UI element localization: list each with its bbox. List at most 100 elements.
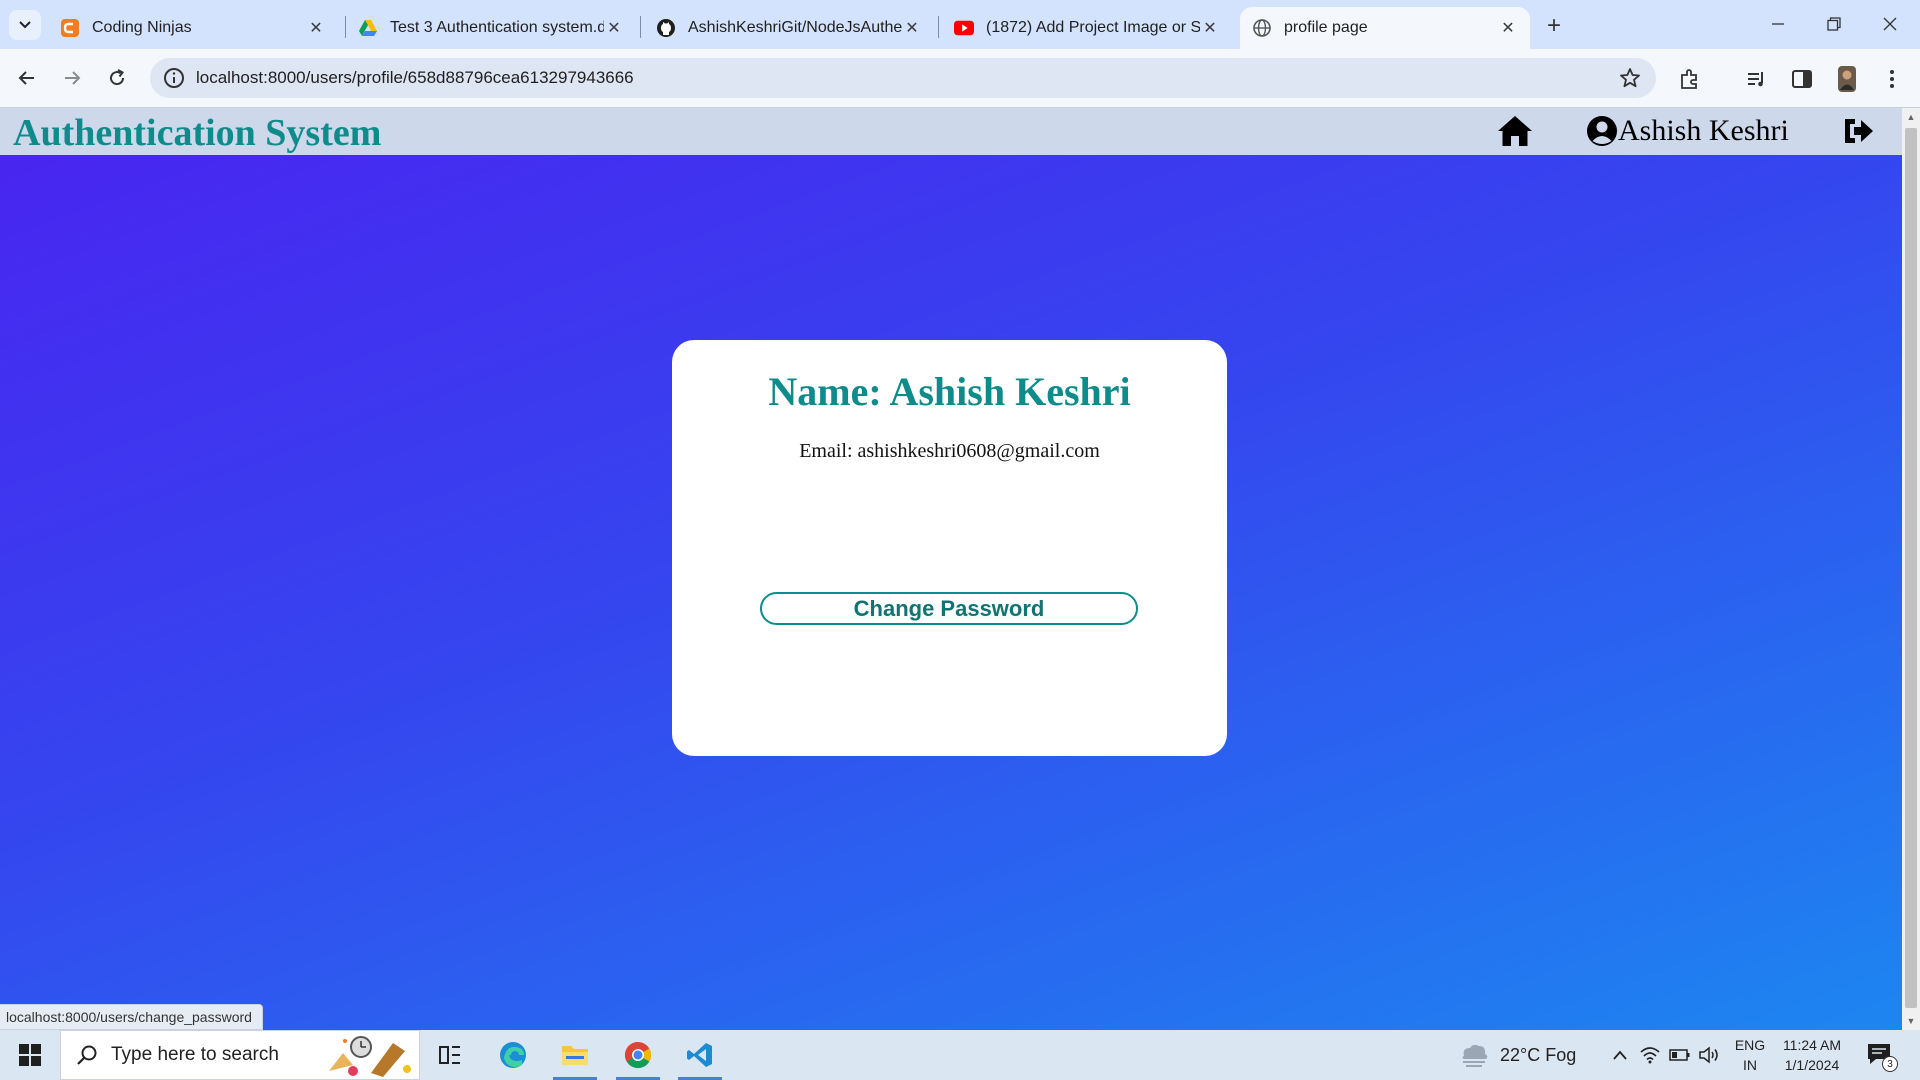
close-tab-icon[interactable]: ✕ (306, 18, 326, 38)
close-window-button[interactable] (1862, 4, 1918, 44)
battery-icon[interactable] (1668, 1043, 1692, 1067)
search-placeholder: Type here to search (111, 1044, 279, 1065)
show-hidden-icons-chevron-icon[interactable] (1608, 1043, 1632, 1067)
youtube-icon (954, 18, 974, 38)
minimize-button[interactable] (1750, 4, 1806, 44)
globe-icon (1252, 18, 1272, 38)
url-text[interactable]: localhost:8000/users/profile/658d88796ce… (196, 68, 634, 88)
browser-toolbar: localhost:8000/users/profile/658d88796ce… (0, 49, 1920, 108)
reload-icon (110, 69, 125, 86)
taskbar-edge[interactable] (485, 1030, 541, 1080)
notification-center-button[interactable]: 3 (1866, 1042, 1898, 1072)
tab-strip: Coding Ninjas ✕ Test 3 Authentication sy… (0, 0, 1920, 49)
folder-icon (562, 1046, 588, 1065)
taskbar-file-explorer[interactable] (547, 1030, 603, 1080)
weather-text: 22°C Fog (1500, 1044, 1577, 1065)
tab-youtube[interactable]: (1872) Add Project Image or Screenshot ✕ (942, 7, 1232, 49)
weather-widget[interactable]: 22°C Fog (1458, 1030, 1576, 1080)
tab-profile-page[interactable]: profile page ✕ (1240, 7, 1530, 49)
fog-cloud-icon (1462, 1044, 1488, 1067)
side-panel-icon[interactable] (1789, 66, 1815, 92)
chevron-down-icon (19, 21, 31, 29)
name-value: Ashish Keshri (889, 369, 1131, 414)
region-code: IN (1743, 1057, 1757, 1073)
clock-time: 11:24 AM (1782, 1037, 1842, 1053)
scroll-down-arrow-icon[interactable]: ▼ (1902, 1012, 1920, 1030)
google-drive-icon (358, 18, 378, 38)
address-bar[interactable]: localhost:8000/users/profile/658d88796ce… (150, 58, 1656, 98)
logout-icon[interactable] (1842, 116, 1874, 146)
bookmark-star-icon[interactable] (1618, 66, 1642, 90)
edge-icon (500, 1042, 526, 1068)
start-button[interactable] (0, 1030, 60, 1080)
tab-title: Coding Ninjas (92, 19, 192, 36)
forward-button[interactable] (55, 61, 89, 95)
tab-coding-ninjas[interactable]: Coding Ninjas ✕ (48, 7, 338, 49)
page-viewport: Authentication System Ashish Keshri Name… (0, 108, 1902, 1030)
input-language[interactable]: ENG IN (1732, 1035, 1768, 1075)
taskbar-chrome[interactable] (610, 1030, 666, 1080)
taskbar-clock[interactable]: 11:24 AM 1/1/2024 (1776, 1035, 1848, 1075)
user-profile-link[interactable]: Ashish Keshri (1586, 112, 1789, 150)
vscode-icon (687, 1043, 712, 1067)
tab-drive-doc[interactable]: Test 3 Authentication system.docx ✕ (346, 7, 636, 49)
notification-count-badge: 3 (1882, 1056, 1898, 1072)
name-label: Name: (768, 369, 882, 414)
reload-button[interactable] (100, 61, 134, 95)
page-scrollbar[interactable]: ▲ ▼ (1902, 108, 1920, 1030)
user-circle-icon (1587, 116, 1617, 146)
arrow-left-icon (18, 71, 34, 85)
minimize-icon (1772, 23, 1784, 25)
github-icon (656, 18, 676, 38)
taskbar-vscode[interactable] (672, 1030, 728, 1080)
back-button[interactable] (10, 61, 44, 95)
task-view-icon (439, 1046, 460, 1064)
scroll-thumb[interactable] (1905, 128, 1917, 1008)
profile-avatar[interactable] (1834, 66, 1860, 92)
profile-name: Name: Ashish Keshri (672, 368, 1227, 415)
tab-separator (640, 16, 641, 38)
close-tab-icon[interactable]: ✕ (1200, 18, 1220, 38)
close-tab-icon[interactable]: ✕ (902, 18, 922, 38)
user-name: Ashish Keshri (1618, 114, 1789, 147)
windows-taskbar: Type here to search 22°C Fog ENG IN 11:2… (0, 1030, 1920, 1080)
site-navbar: Authentication System Ashish Keshri (0, 108, 1902, 155)
chrome-icon (624, 1041, 652, 1069)
scroll-up-arrow-icon[interactable]: ▲ (1902, 108, 1920, 126)
profile-card: Name: Ashish Keshri Email: ashishkeshri06… (672, 340, 1227, 756)
tab-search-button[interactable] (9, 10, 41, 40)
restore-icon (1827, 17, 1841, 31)
restore-button[interactable] (1806, 4, 1862, 44)
search-icon (77, 1045, 97, 1065)
new-tab-button[interactable]: + (1540, 12, 1568, 40)
tab-github[interactable]: AshishKeshriGit/NodeJsAuthentication ✕ (644, 7, 934, 49)
tab-separator (938, 16, 939, 38)
taskbar-search-box[interactable]: Type here to search (60, 1030, 420, 1080)
tab-title: (1872) Add Project Image or Screenshot (986, 19, 1200, 36)
new-year-doodle-icon (329, 1036, 411, 1077)
close-tab-icon[interactable]: ✕ (604, 18, 624, 38)
profile-email: Email: ashishkeshri0608@gmail.com (672, 440, 1227, 463)
kebab-menu-icon[interactable] (1879, 66, 1905, 92)
language-code: ENG (1734, 1037, 1766, 1053)
close-icon (1883, 17, 1897, 31)
email-value: ashishkeshri0608@gmail.com (857, 440, 1100, 462)
link-status-bar: localhost:8000/users/change_password (0, 1004, 263, 1030)
info-icon[interactable] (162, 66, 186, 90)
tab-title: profile page (1284, 19, 1368, 36)
wifi-icon[interactable] (1638, 1043, 1662, 1067)
volume-icon[interactable] (1697, 1043, 1721, 1067)
extensions-icon[interactable] (1677, 66, 1703, 92)
tab-title: AshishKeshriGit/NodeJsAuthentication (688, 19, 902, 36)
close-tab-icon[interactable]: ✕ (1498, 18, 1518, 38)
tab-title: Test 3 Authentication system.docx (390, 19, 604, 36)
arrow-right-icon (65, 71, 81, 85)
email-label: Email: (799, 440, 853, 462)
task-view-button[interactable] (422, 1030, 478, 1080)
home-icon[interactable] (1497, 114, 1533, 148)
coding-ninjas-icon (60, 18, 80, 38)
brand-title[interactable]: Authentication System (13, 111, 381, 155)
clock-date: 1/1/2024 (1784, 1057, 1840, 1073)
change-password-button[interactable]: Change Password (760, 592, 1138, 625)
media-control-icon[interactable] (1744, 66, 1770, 92)
